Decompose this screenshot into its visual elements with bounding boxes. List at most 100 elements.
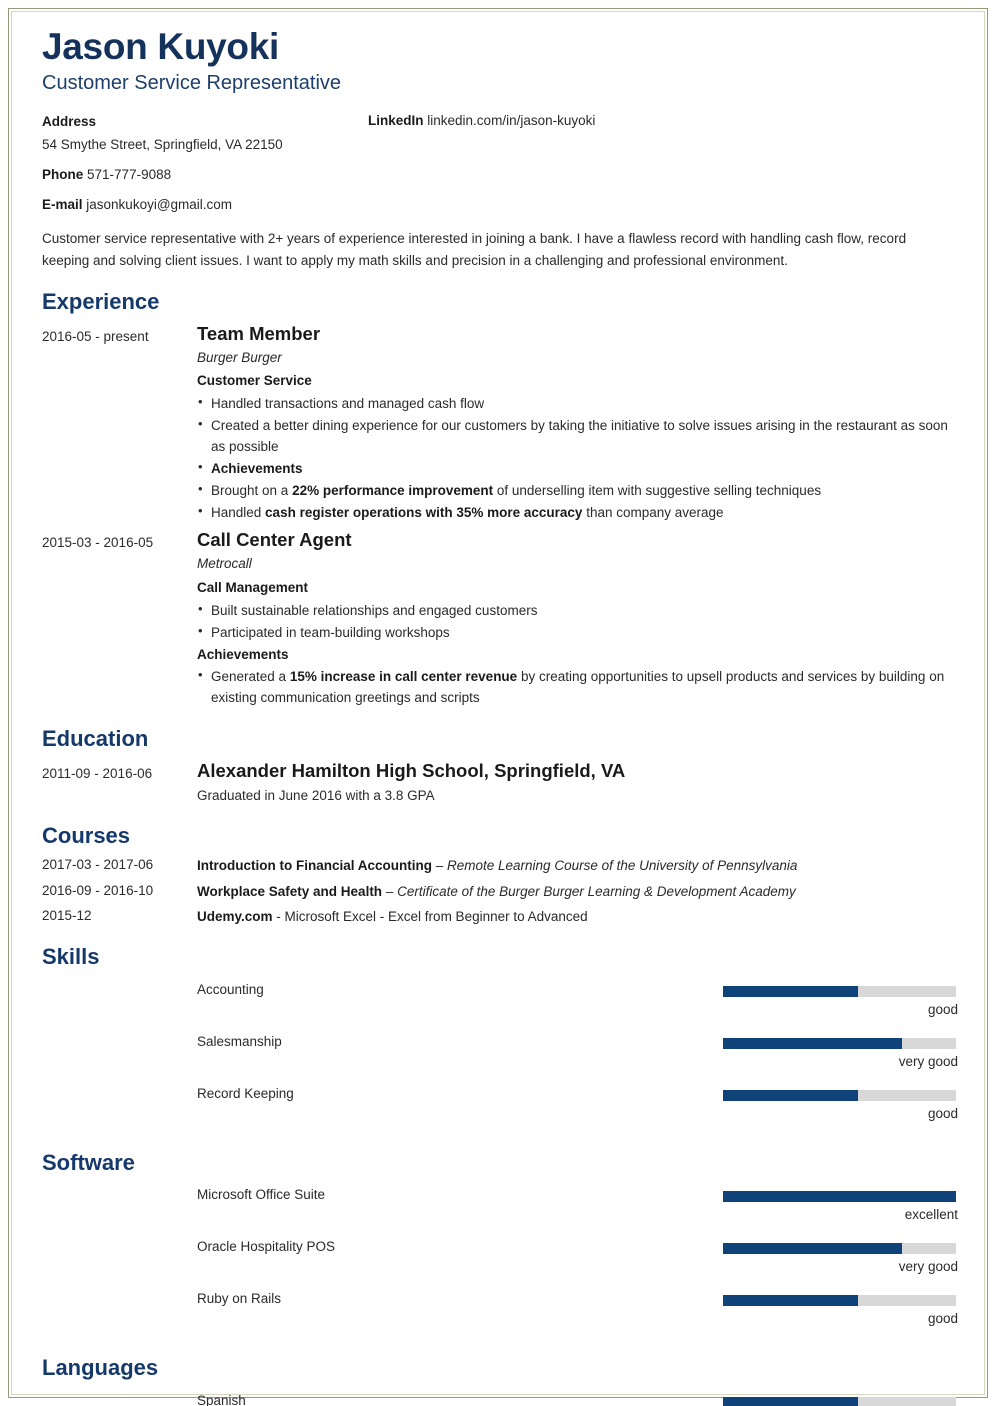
software-level: excellent xyxy=(904,1207,958,1223)
software-row: Microsoft Office Suite excellent xyxy=(42,1182,958,1234)
software-label: Microsoft Office Suite xyxy=(197,1187,326,1203)
experience-entry: 2015-03 - 2016-05 Call Center Agent Metroc… xyxy=(42,528,958,709)
education-date: 2011-09 - 2016-06 xyxy=(42,765,153,781)
experience-bullet: Built sustainable relationships and enga… xyxy=(197,599,958,621)
experience-list: 2016-05 - present Team Member Burger Burge… xyxy=(42,322,958,710)
linkedin-value[interactable]: linkedin.com/in/jason-kuyoki xyxy=(427,113,595,128)
phone-value[interactable]: 571-777-9088 xyxy=(87,167,171,182)
software-level: good xyxy=(927,1311,958,1327)
software-bar-track xyxy=(723,1295,956,1307)
skill-label: Salesmanship xyxy=(197,1033,282,1049)
education-school: Alexander Hamilton High School, Springfi… xyxy=(197,759,626,781)
course-body: Introduction to Financial Accounting – R… xyxy=(197,855,958,876)
skill-bar-track xyxy=(723,1037,956,1049)
email-label: E-mail xyxy=(42,197,83,213)
experience-bullet: Created a better dining experience for o… xyxy=(197,414,958,457)
skill-row: Salesmanship very good xyxy=(42,1029,958,1081)
experience-bullet: Achievements xyxy=(197,457,958,479)
course-body: Workplace Safety and Health – Certificat… xyxy=(197,881,958,902)
experience-organization: Metrocall xyxy=(197,556,252,572)
course-date: 2015-12 xyxy=(42,907,92,923)
experience-subheading: Call Management xyxy=(197,580,309,596)
skill-bar-track xyxy=(723,1089,956,1101)
candidate-job-title: Customer Service Representative xyxy=(42,72,342,95)
skill-bar-fill xyxy=(723,985,859,997)
software-label: Oracle Hospitality POS xyxy=(197,1239,336,1255)
education-body: Alexander Hamilton High School, Springfi… xyxy=(197,759,958,806)
contact-left-column: Address 54 Smythe Street, Springfield, V… xyxy=(42,113,362,214)
experience-bullet: Participated in team-building workshops xyxy=(197,621,958,643)
skill-bar-fill xyxy=(723,1089,859,1101)
language-bar-track xyxy=(723,1396,956,1406)
candidate-name: Jason Kuyoki xyxy=(42,26,279,67)
software-row: Ruby on Rails good xyxy=(42,1286,958,1338)
experience-bullet: Handled cash register operations with 35… xyxy=(197,501,958,523)
course-date: 2017-03 - 2017-06 xyxy=(42,857,154,873)
languages-list: Spanish xyxy=(42,1388,958,1406)
resume-content: Jason Kuyoki Customer Service Representa… xyxy=(42,26,958,1406)
skills-list: Accounting good Salesmanship very good Recor… xyxy=(42,977,958,1133)
experience-bullet: Handled transactions and managed cash fl… xyxy=(197,392,958,414)
experience-bullet-list: Built sustainable relationships and enga… xyxy=(197,599,958,708)
course-entry: 2017-03 - 2017-06 Introduction to Financi… xyxy=(42,855,958,876)
skill-row: Record Keeping good xyxy=(42,1081,958,1133)
resume-page: Jason Kuyoki Customer Service Representa… xyxy=(0,0,996,1406)
professional-summary: Customer service representative with 2+ … xyxy=(42,231,907,269)
contact-email: E-mail jasonkukoyi@gmail.com xyxy=(42,196,362,214)
experience-job-title: Team Member xyxy=(197,322,321,344)
address-label: Address xyxy=(42,114,97,130)
section-heading-languages: Languages xyxy=(42,1355,159,1381)
skill-row: Accounting good xyxy=(42,977,958,1029)
experience-job-title: Call Center Agent xyxy=(197,529,352,551)
section-heading-experience: Experience xyxy=(42,289,160,315)
language-row: Spanish xyxy=(42,1388,958,1406)
software-row: Oracle Hospitality POS very good xyxy=(42,1234,958,1286)
experience-bullet: Brought on a 22% performance improvement… xyxy=(197,479,958,501)
section-heading-skills: Skills xyxy=(42,944,100,970)
language-label: Spanish xyxy=(197,1392,246,1406)
skill-label: Record Keeping xyxy=(197,1085,294,1101)
education-list: 2011-09 - 2016-06 Alexander Hamilton High… xyxy=(42,759,958,806)
phone-label: Phone xyxy=(42,166,84,182)
experience-bullet: Achievements xyxy=(197,646,289,662)
linkedin-label: LinkedIn xyxy=(368,113,424,129)
software-level: very good xyxy=(898,1259,958,1275)
software-bar-fill xyxy=(723,1295,859,1307)
skill-label: Accounting xyxy=(197,981,264,997)
contact-linkedin: LinkedIn linkedin.com/in/jason-kuyoki xyxy=(368,113,595,128)
contact-phone: Phone 571-777-9088 xyxy=(42,166,362,184)
skill-level: good xyxy=(927,1001,958,1017)
section-heading-software: Software xyxy=(42,1149,135,1175)
skill-level: good xyxy=(927,1105,958,1121)
experience-organization: Burger Burger xyxy=(197,349,282,365)
education-note: Graduated in June 2016 with a 3.8 GPA xyxy=(197,787,435,803)
course-date: 2016-09 - 2016-10 xyxy=(42,882,154,898)
course-body: Udemy.com - Microsoft Excel - Excel from… xyxy=(197,906,958,927)
software-list: Microsoft Office Suite excellent Oracle Ho… xyxy=(42,1182,958,1338)
software-bar-track xyxy=(723,1243,956,1255)
experience-body: Team Member Burger Burger Customer Service… xyxy=(197,322,958,525)
section-heading-courses: Courses xyxy=(42,822,131,848)
experience-body: Call Center Agent Metrocall Call Managemen… xyxy=(197,528,958,709)
experience-entry: 2016-05 - present Team Member Burger Burge… xyxy=(42,322,958,525)
experience-bullet: Generated a 15% increase in call center … xyxy=(197,665,958,708)
skill-bar-fill xyxy=(723,1037,903,1049)
education-entry: 2011-09 - 2016-06 Alexander Hamilton High… xyxy=(42,759,958,806)
email-value[interactable]: jasonkukoyi@gmail.com xyxy=(86,197,232,212)
address-value: 54 Smythe Street, Springfield, VA 22150 xyxy=(42,136,283,152)
language-bar-fill xyxy=(723,1396,859,1406)
software-bar-fill xyxy=(723,1191,956,1203)
course-description: Workplace Safety and Health – Certificat… xyxy=(197,883,796,899)
software-bar-track xyxy=(723,1191,956,1203)
software-label: Ruby on Rails xyxy=(197,1291,282,1307)
section-heading-education: Education xyxy=(42,726,149,752)
experience-date: 2015-03 - 2016-05 xyxy=(42,535,154,551)
course-entry: 2015-12 Udemy.com - Microsoft Excel - Exc… xyxy=(42,906,958,927)
experience-subheading: Customer Service xyxy=(197,373,312,389)
skill-bar-track xyxy=(723,985,956,997)
course-description: Introduction to Financial Accounting – R… xyxy=(197,858,798,874)
courses-list: 2017-03 - 2017-06 Introduction to Financi… xyxy=(42,855,958,927)
skill-level: very good xyxy=(898,1053,958,1069)
contact-details: Address 54 Smythe Street, Springfield, V… xyxy=(42,113,958,214)
contact-address: Address 54 Smythe Street, Springfield, V… xyxy=(42,113,362,153)
